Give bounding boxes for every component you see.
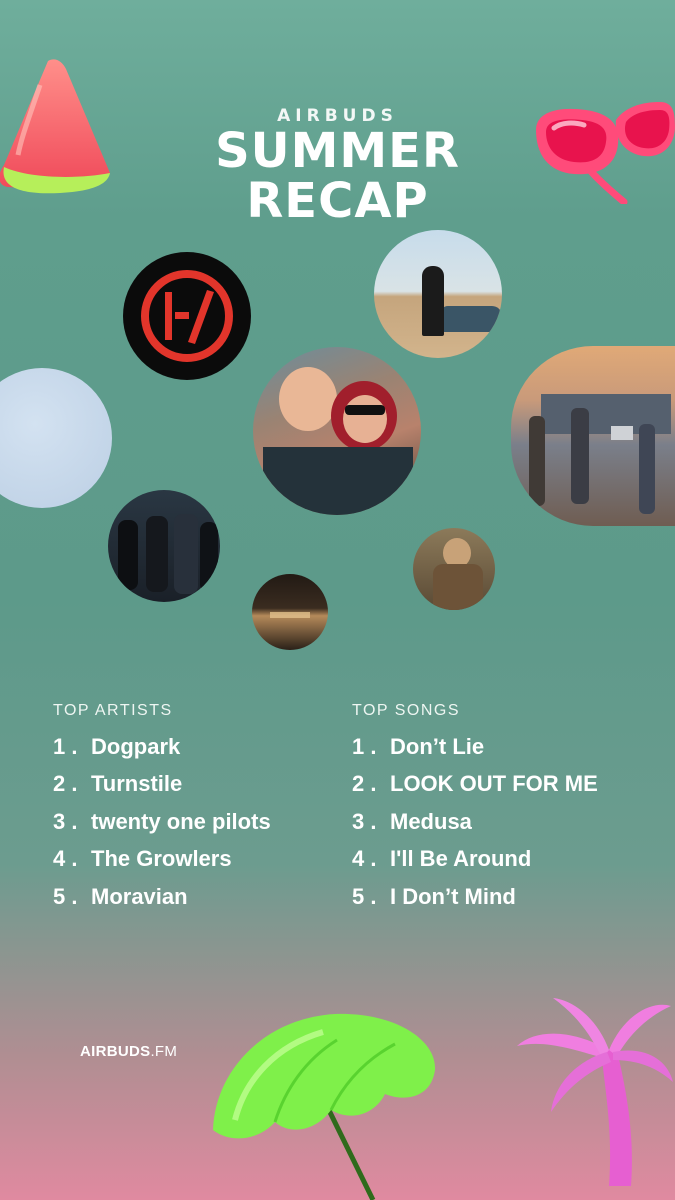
list-item[interactable]: 5 . I Don’t Mind <box>352 878 598 916</box>
recap-header: AIRBUDS SUMMER RECAP <box>0 106 675 226</box>
rank-number: 2 . <box>352 771 377 797</box>
artist-name: Moravian <box>91 883 188 909</box>
artist-name: The Growlers <box>91 846 232 872</box>
footer-logo-suffix: .FM <box>150 1043 178 1060</box>
list-item[interactable]: 2 . LOOK OUT FOR ME <box>352 766 598 804</box>
page-title-line2: RECAP <box>246 173 429 229</box>
rank-number: 3 . <box>53 808 78 834</box>
list-item[interactable]: 4 . I'll Be Around <box>352 841 598 879</box>
twenty-one-pilots-logo-icon <box>141 270 233 362</box>
list-item[interactable]: 4 . The Growlers <box>53 841 271 879</box>
footer-logo-main: AIRBUDS <box>80 1043 151 1060</box>
rank-number: 2 . <box>53 771 78 797</box>
page-title-line1: SUMMER <box>215 123 460 179</box>
top-artists-list: TOP ARTISTS 1 . Dogpark 2 . Turnstile 3 . t… <box>53 702 271 916</box>
top-songs-heading: TOP SONGS <box>352 702 461 719</box>
beach-umbrella-icon <box>213 1013 436 1200</box>
rank-number: 5 . <box>53 883 78 909</box>
brand-wordmark: AIRBUDS <box>277 106 398 126</box>
list-item[interactable]: 1 . Don’t Lie <box>352 728 598 766</box>
footer-logo[interactable]: AIRBUDS.FM <box>80 1043 177 1060</box>
city-rooftop-band-art[interactable] <box>511 346 675 526</box>
artist-name: Turnstile <box>91 771 183 797</box>
rank-number: 1 . <box>352 733 377 759</box>
song-name: Medusa <box>390 808 472 834</box>
desert-car-art[interactable] <box>374 230 502 358</box>
list-item[interactable]: 5 . Moravian <box>53 878 271 916</box>
list-item[interactable]: 3 . twenty one pilots <box>53 803 271 841</box>
light-blue-blank-art[interactable] <box>0 368 112 508</box>
band-portrait-dark-art[interactable] <box>108 490 220 602</box>
rank-number: 5 . <box>352 883 377 909</box>
top-artists-heading: TOP ARTISTS <box>53 702 173 719</box>
rank-number: 4 . <box>352 846 377 872</box>
song-name: Don’t Lie <box>390 733 485 759</box>
subway-portrait-art[interactable] <box>413 528 495 610</box>
list-item[interactable]: 3 . Medusa <box>352 803 598 841</box>
list-item[interactable]: 2 . Turnstile <box>53 766 271 804</box>
song-name: I'll Be Around <box>390 846 532 872</box>
friends-selfie-art[interactable] <box>253 347 421 515</box>
artist-name: Dogpark <box>91 733 181 759</box>
top-songs-list: TOP SONGS 1 . Don’t Lie 2 . LOOK OUT FOR M… <box>352 702 598 916</box>
rank-number: 1 . <box>53 733 78 759</box>
rank-number: 3 . <box>352 808 377 834</box>
artist-name: twenty one pilots <box>91 808 271 834</box>
song-name: I Don’t Mind <box>390 883 516 909</box>
top-pilots-logo-art[interactable] <box>123 252 251 380</box>
song-name: LOOK OUT FOR ME <box>390 771 598 797</box>
beach-sunset-art[interactable] <box>252 574 328 650</box>
rank-number: 4 . <box>53 846 78 872</box>
palm-tree-icon <box>517 998 673 1186</box>
list-item[interactable]: 1 . Dogpark <box>53 728 271 766</box>
